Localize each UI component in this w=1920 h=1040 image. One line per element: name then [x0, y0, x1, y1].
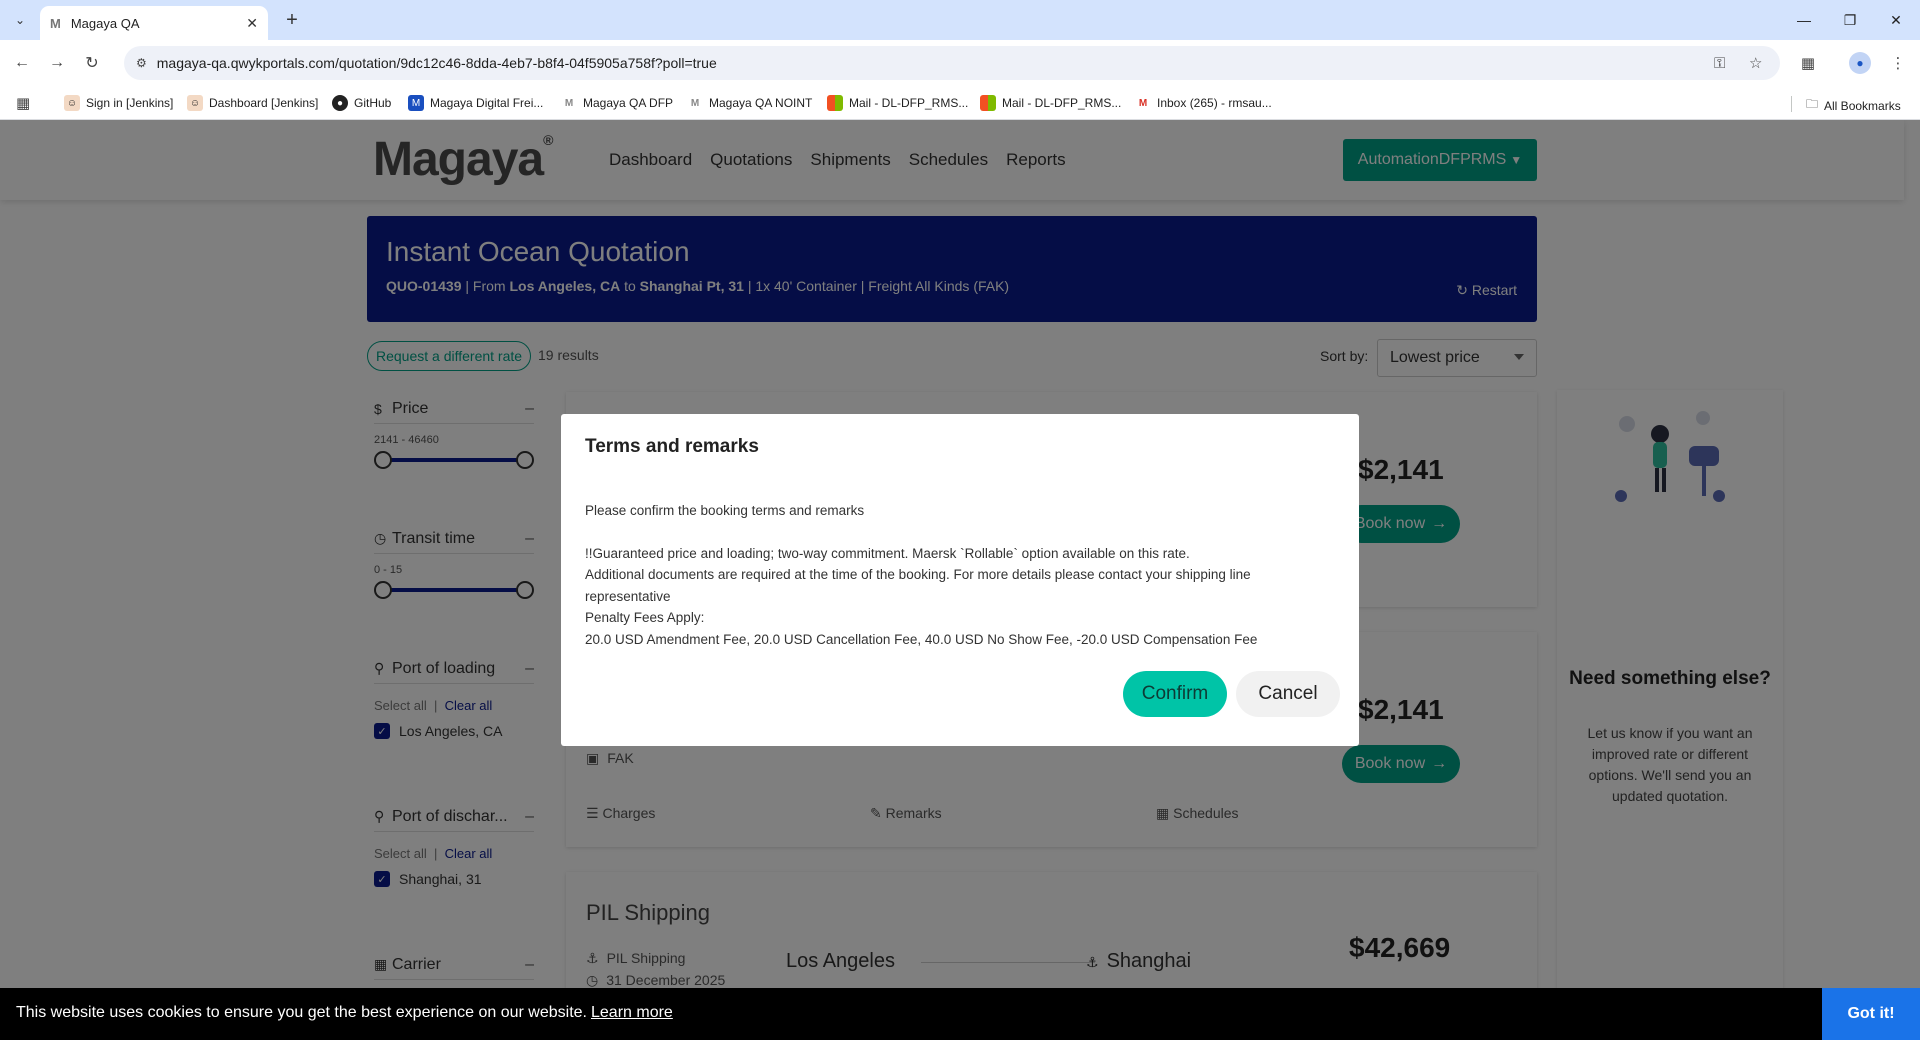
browser-tab[interactable]: M Magaya QA ✕: [40, 6, 268, 40]
new-tab-plus-icon[interactable]: +: [280, 8, 304, 32]
bookmark-item[interactable]: M Magaya Digital Frei...: [408, 95, 543, 111]
cookie-text: This website uses cookies to ensure you …: [16, 1004, 587, 1021]
bookmark-item[interactable]: ☺ Sign in [Jenkins]: [64, 95, 173, 111]
terms-remarks-dialog: Terms and remarks Please confirm the boo…: [561, 414, 1359, 746]
bookmark-separator: [1791, 96, 1792, 112]
bookmark-label: Magaya Digital Frei...: [430, 96, 544, 110]
url-text: magaya-qa.qwykportals.com/quotation/9dc1…: [156, 55, 717, 71]
magaya-icon: M: [564, 97, 574, 109]
magaya-icon: M: [690, 97, 700, 109]
forward-arrow-icon[interactable]: →: [45, 51, 69, 75]
bookmark-label: Sign in [Jenkins]: [86, 96, 174, 110]
site-info-icon[interactable]: ⚙: [136, 56, 147, 70]
dialog-intro: Please confirm the booking terms and rem…: [585, 503, 865, 518]
cookie-banner: This website uses cookies to ensure you …: [0, 988, 1920, 1040]
folder-icon: 🗀: [1806, 97, 1819, 111]
bookmark-item[interactable]: ● GitHub: [332, 95, 391, 111]
apps-grid-icon[interactable]: ▦: [16, 94, 30, 112]
bookmark-item[interactable]: Mail - DL-DFP_RMS...: [827, 95, 968, 111]
browser-toolbar: ← → ↻ ⚙ magaya-qa.qwykportals.com/quotat…: [0, 40, 1920, 86]
terms-line: Additional documents are required at the…: [585, 567, 1251, 604]
terms-line: !!Guaranteed price and loading; two-way …: [585, 545, 1190, 561]
all-bookmarks-label: All Bookmarks: [1824, 98, 1901, 113]
jenkins-icon: ☺: [187, 95, 203, 111]
terms-line: Penalty Fees Apply:: [585, 610, 705, 625]
cookie-message: This website uses cookies to ensure you …: [16, 1004, 673, 1022]
page: Magaya® Dashboard Quotations Shipments S…: [0, 120, 1920, 1040]
password-key-icon[interactable]: ⚿: [1714, 46, 1725, 80]
bookmark-item[interactable]: Mail - DL-DFP_RMS...: [980, 95, 1121, 111]
magaya-icon: M: [408, 95, 424, 111]
github-icon: ●: [332, 95, 348, 111]
confirm-button[interactable]: Confirm: [1123, 671, 1227, 717]
bookmark-item[interactable]: M Inbox (265) - rmsau...: [1135, 95, 1272, 111]
tab-close-icon[interactable]: ✕: [246, 15, 258, 32]
tab-title: Magaya QA: [70, 15, 140, 31]
bookmark-item[interactable]: ☺ Dashboard [Jenkins]: [187, 95, 318, 111]
bookmark-label: Mail - DL-DFP_RMS...: [849, 96, 969, 110]
back-arrow-icon[interactable]: ←: [10, 51, 34, 75]
bookmark-label: Magaya QA NOINT: [709, 96, 813, 110]
dialog-body: Please confirm the booking terms and rem…: [585, 500, 1335, 650]
jenkins-icon: ☺: [64, 95, 80, 111]
bookmark-label: GitHub: [354, 96, 392, 110]
restore-icon[interactable]: ❐: [1830, 6, 1870, 34]
address-bar[interactable]: ⚙ magaya-qa.qwykportals.com/quotation/9d…: [124, 46, 1780, 80]
gmail-icon: M: [1138, 97, 1148, 109]
all-bookmarks[interactable]: 🗀 All Bookmarks: [1806, 95, 1901, 116]
browser-menu-icon[interactable]: ⋮: [1886, 51, 1910, 75]
modal-backdrop[interactable]: Terms and remarks Please confirm the boo…: [0, 120, 1920, 1040]
microsoft-icon: [980, 95, 996, 111]
extensions-puzzle-icon[interactable]: ▦: [1796, 51, 1820, 75]
profile-avatar-icon[interactable]: ●: [1849, 52, 1871, 74]
bookmark-star-icon[interactable]: ☆: [1749, 46, 1762, 80]
window-close-icon[interactable]: ✕: [1876, 6, 1916, 34]
minimize-icon[interactable]: —: [1784, 6, 1824, 34]
cancel-button[interactable]: Cancel: [1236, 671, 1340, 717]
bookmark-label: Inbox (265) - rmsau...: [1157, 96, 1272, 110]
bookmark-label: Mail - DL-DFP_RMS...: [1002, 96, 1122, 110]
reload-icon[interactable]: ↻: [80, 51, 104, 75]
learn-more-link[interactable]: Learn more: [591, 1004, 673, 1021]
browser-tabstrip: ⌄ M Magaya QA ✕ + — ❐ ✕: [0, 0, 1920, 40]
bookmark-label: Magaya QA DFP: [583, 96, 674, 110]
cookie-accept-button[interactable]: Got it!: [1822, 988, 1920, 1040]
microsoft-icon: [827, 95, 843, 111]
dialog-title: Terms and remarks: [585, 436, 759, 457]
bookmark-item[interactable]: M Magaya QA NOINT: [687, 95, 813, 111]
bookmarks-bar: ▦ ☺ Sign in [Jenkins] ☺ Dashboard [Jenkins…: [0, 86, 1920, 120]
bookmark-label: Dashboard [Jenkins]: [209, 96, 319, 110]
magaya-favicon-icon: M: [50, 15, 61, 31]
bookmark-item[interactable]: M Magaya QA DFP: [561, 95, 673, 111]
terms-line: 20.0 USD Amendment Fee, 20.0 USD Cancell…: [585, 631, 1258, 647]
tab-search-chevron-icon[interactable]: ⌄: [8, 8, 32, 32]
